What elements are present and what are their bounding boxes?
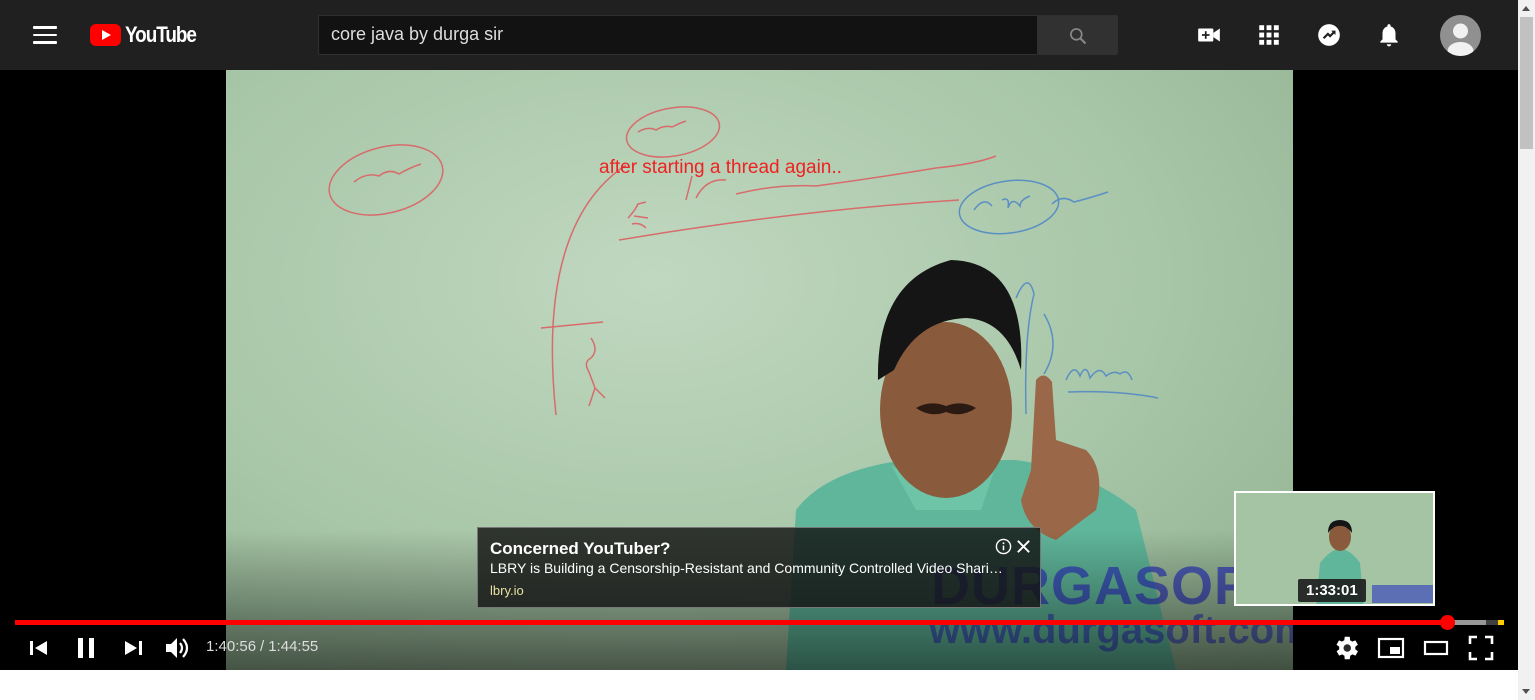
current-time: 1:40:56 [206,638,257,655]
avatar[interactable] [1440,15,1481,56]
video-annotation: after starting a thread again.. [599,157,842,178]
miniplayer-icon[interactable] [1376,633,1406,663]
scroll-down-icon[interactable] [1522,689,1530,694]
ad-close-icon[interactable] [1015,538,1032,555]
logo-text: YouTube [125,22,197,47]
settings-icon[interactable] [1331,633,1361,663]
search-button[interactable] [1037,15,1118,55]
theater-mode-icon[interactable] [1421,633,1451,663]
video-player[interactable]: after starting a thread again.. DURGASOF… [0,70,1518,670]
ad-url[interactable]: lbry.io [490,583,524,598]
masthead: YouTube core java by durga sir [0,0,1518,70]
time-separator: / [260,638,265,655]
next-icon[interactable] [118,633,148,663]
ad-marker [1498,620,1504,625]
overlay-ad[interactable]: Concerned YouTuber? LBRY is Building a C… [477,527,1041,608]
page-scrollbar[interactable] [1518,0,1535,700]
search-input[interactable]: core java by durga sir [318,15,1037,55]
fullscreen-icon[interactable] [1466,633,1496,663]
search-icon [1070,28,1087,45]
create-video-icon[interactable] [1196,22,1222,48]
volume-icon[interactable] [162,633,192,663]
pause-icon[interactable] [71,633,101,663]
time-display: 1:40:56/1:44:55 [206,638,318,655]
messages-icon[interactable] [1316,22,1342,48]
preview-timestamp: 1:33:01 [1298,579,1366,602]
ad-description[interactable]: LBRY is Building a Censorship-Resistant … [490,560,1032,576]
play-logo-icon [90,24,121,46]
apps-icon[interactable] [1256,22,1282,48]
ad-title[interactable]: Concerned YouTuber? [490,539,670,559]
progress-played [15,620,1448,625]
scrollbar-thumb[interactable] [1520,17,1533,149]
menu-icon[interactable] [33,24,57,46]
ad-info-icon[interactable] [995,538,1012,555]
notifications-icon[interactable] [1376,22,1402,48]
youtube-logo[interactable]: YouTube [90,22,207,48]
progress-bar[interactable] [15,615,1504,630]
duration: 1:44:55 [268,638,319,655]
scroll-up-icon[interactable] [1522,6,1530,11]
previous-icon[interactable] [24,633,54,663]
